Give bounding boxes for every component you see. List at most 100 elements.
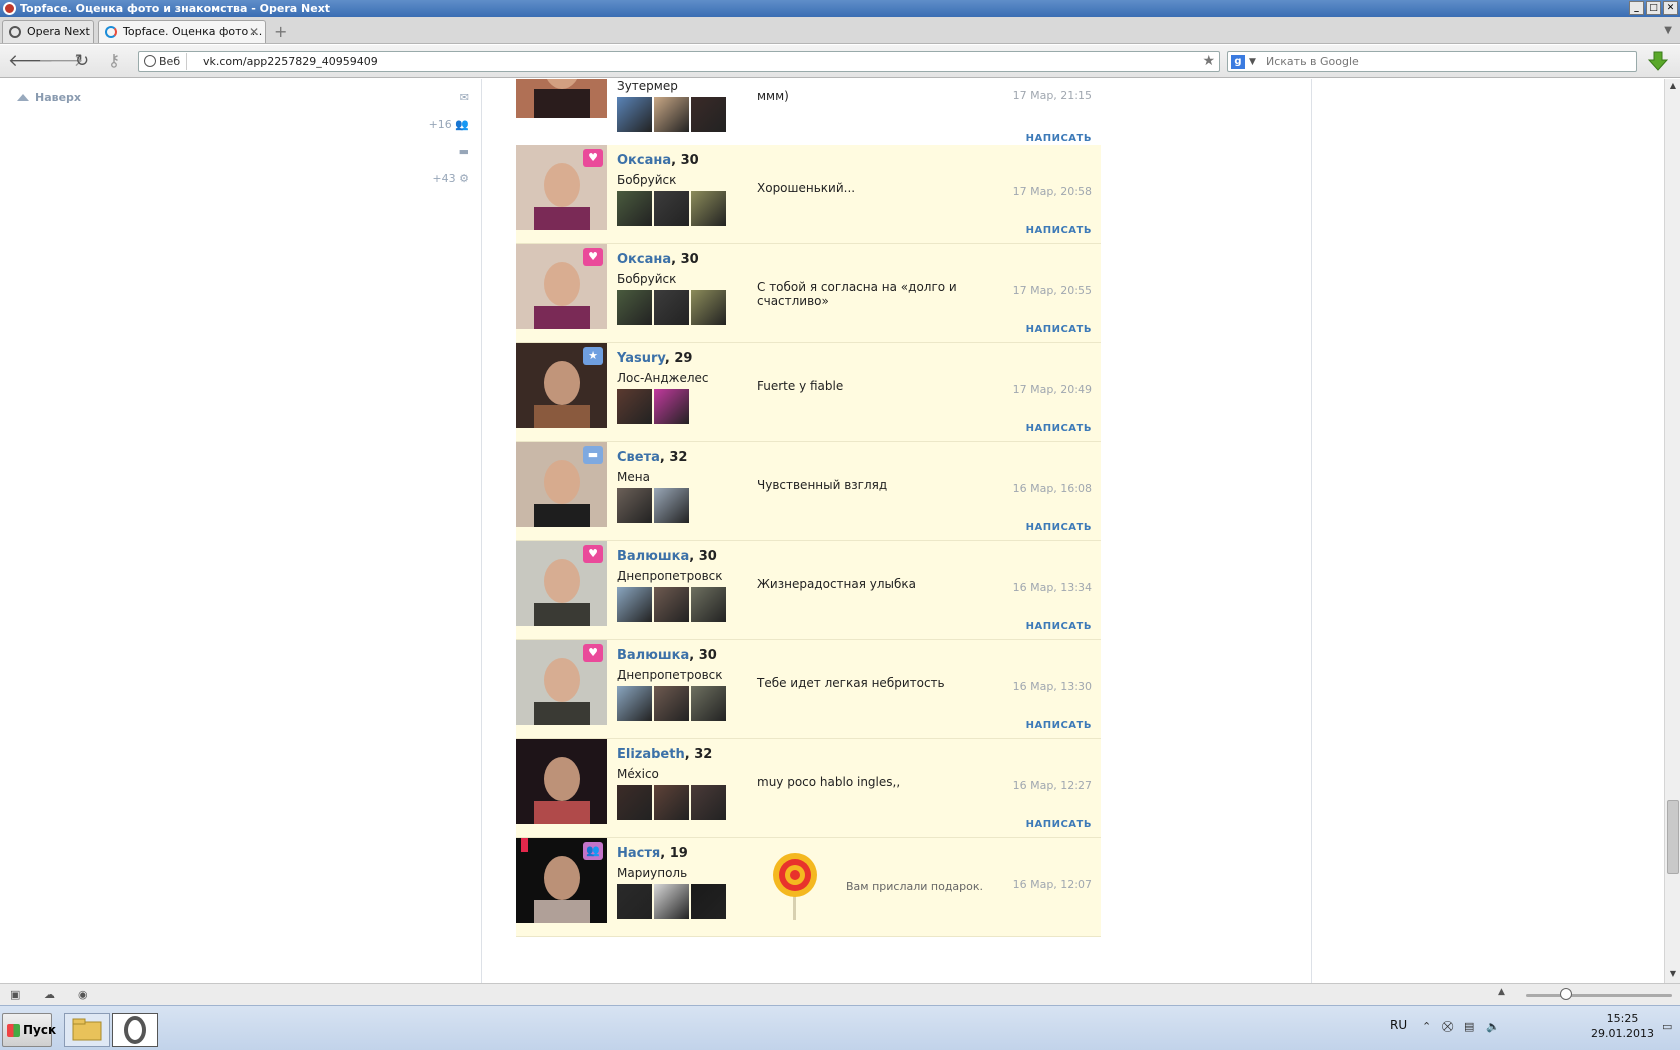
zoom-menu-icon[interactable]: ▲: [1498, 987, 1505, 997]
timestamp: 17 Мар, 20:55: [1012, 284, 1092, 297]
photo-thumbnail[interactable]: [654, 389, 689, 424]
reload-button[interactable]: ↻: [70, 50, 94, 72]
user-name-link[interactable]: Валюшка: [617, 549, 689, 564]
lollipop-gift-icon[interactable]: [770, 850, 820, 920]
photo-thumbnail[interactable]: [691, 191, 726, 226]
photo-thumbnail[interactable]: [654, 686, 689, 721]
write-message-link[interactable]: НАПИСАТЬ: [1026, 423, 1092, 434]
key-icon[interactable]: ⚷: [102, 50, 126, 72]
photo-thumbnail[interactable]: [617, 884, 652, 919]
user-avatar[interactable]: [516, 79, 607, 132]
photo-thumbnail[interactable]: [691, 884, 726, 919]
status-bar: ▣ ☁ ◉ ▲: [0, 983, 1680, 1005]
photo-thumbnail[interactable]: [654, 191, 689, 226]
write-message-link[interactable]: НАПИСАТЬ: [1026, 522, 1092, 533]
user-age: 32: [669, 450, 688, 465]
zoom-slider-handle[interactable]: [1560, 988, 1572, 1000]
scroll-up-icon[interactable]: ▲: [1667, 81, 1679, 93]
name-line: Yasury, 29: [617, 351, 692, 366]
photo-thumbnail[interactable]: [617, 389, 652, 424]
user-name-link[interactable]: Настя: [617, 846, 660, 861]
mail-icon[interactable]: ✉: [460, 91, 469, 104]
tab-opera-next[interactable]: Opera Next: [2, 20, 94, 43]
back-button[interactable]: 🡐: [8, 50, 54, 72]
photo-thumbnail[interactable]: [617, 191, 652, 226]
forward-button[interactable]: 🡒: [38, 50, 84, 72]
url-text[interactable]: vk.com/app2257829_40959409: [203, 52, 378, 72]
photo-thumbnail[interactable]: [617, 290, 652, 325]
photo-thumbnail[interactable]: [617, 488, 652, 523]
name-age-separator: ,: [671, 252, 681, 267]
maximize-button[interactable]: □: [1646, 1, 1661, 15]
web-chip[interactable]: Веб: [141, 53, 188, 70]
user-name-link[interactable]: Elizabeth: [617, 747, 685, 762]
speed-dial-icon[interactable]: ◉: [78, 988, 92, 1001]
google-icon[interactable]: g: [1231, 55, 1245, 69]
settings-counter[interactable]: +43 ⚙: [432, 172, 469, 185]
name-age-separator: ,: [664, 351, 675, 366]
taskbar-opera[interactable]: [112, 1013, 158, 1047]
page-viewport: Наверх ✉ +16 👥 ▬ +43 ⚙ Зутермер ммм) 17 Ма…: [0, 79, 1664, 983]
write-message-link[interactable]: НАПИСАТЬ: [1026, 225, 1092, 236]
tab-menu-chevron-icon[interactable]: ▼: [1664, 25, 1672, 36]
search-engine-dropdown-icon[interactable]: ▼: [1249, 53, 1256, 71]
photo-thumbnail[interactable]: [654, 587, 689, 622]
vertical-scrollbar[interactable]: ▲ ▼: [1664, 79, 1680, 983]
user-name-link[interactable]: Оксана: [617, 252, 671, 267]
close-window-button[interactable]: ✕: [1663, 1, 1678, 15]
bookmark-star-icon[interactable]: ★: [1202, 52, 1215, 71]
new-tab-button[interactable]: +: [274, 24, 288, 40]
scroll-down-icon[interactable]: ▼: [1667, 969, 1679, 981]
comment-icon[interactable]: ▬: [459, 145, 469, 158]
write-message-link[interactable]: НАПИСАТЬ: [1026, 720, 1092, 731]
clock[interactable]: 15:25 29.01.2013: [1591, 1011, 1654, 1041]
photo-thumbnail[interactable]: [617, 785, 652, 820]
write-message-link[interactable]: НАПИСАТЬ: [1026, 133, 1092, 144]
photo-thumbnail[interactable]: [691, 785, 726, 820]
user-name-link[interactable]: Валюшка: [617, 648, 689, 663]
download-icon[interactable]: [1648, 51, 1668, 71]
scroll-top-label: Наверх: [35, 91, 82, 104]
photo-thumbnail[interactable]: [654, 884, 689, 919]
tab-topface[interactable]: Topface. Оценка фото ... ✕: [98, 20, 266, 43]
volume-icon[interactable]: 🔈: [1486, 1020, 1500, 1034]
search-input[interactable]: [1266, 52, 1626, 72]
panel-toggle-icon[interactable]: ▣: [10, 988, 24, 1001]
write-message-link[interactable]: НАПИСАТЬ: [1026, 621, 1092, 632]
user-name-link[interactable]: Света: [617, 450, 660, 465]
language-indicator[interactable]: RU: [1390, 1018, 1407, 1032]
minimize-button[interactable]: _: [1629, 1, 1644, 15]
close-tab-icon[interactable]: ✕: [249, 21, 259, 43]
photo-thumbnail[interactable]: [691, 290, 726, 325]
network-error-icon[interactable]: ⛒: [1442, 1020, 1456, 1034]
cloud-icon[interactable]: ☁: [44, 988, 58, 1001]
address-bar[interactable]: Веб vk.com/app2257829_40959409 ★: [138, 51, 1220, 72]
photo-thumbnail[interactable]: [654, 785, 689, 820]
write-message-link[interactable]: НАПИСАТЬ: [1026, 324, 1092, 335]
photo-thumbnails: [617, 488, 689, 523]
photo-thumbnail[interactable]: [617, 97, 652, 132]
photo-thumbnail[interactable]: [654, 488, 689, 523]
search-box[interactable]: g ▼: [1227, 51, 1637, 72]
scroll-top-link[interactable]: Наверх: [17, 91, 81, 104]
tray-expand-icon[interactable]: ⌃: [1422, 1020, 1436, 1034]
photo-thumbnail[interactable]: [691, 686, 726, 721]
user-name-link[interactable]: Оксана: [617, 153, 671, 168]
photo-thumbnail[interactable]: [617, 686, 652, 721]
user-name-link[interactable]: Yasury: [617, 351, 665, 366]
network-icon[interactable]: ▤: [1464, 1020, 1478, 1034]
photo-thumbnail[interactable]: [691, 97, 726, 132]
user-avatar[interactable]: [516, 739, 607, 824]
photo-thumbnails: [617, 587, 726, 622]
photo-thumbnail[interactable]: [654, 97, 689, 132]
start-button[interactable]: Пуск: [2, 1013, 56, 1047]
write-message-link[interactable]: НАПИСАТЬ: [1026, 819, 1092, 830]
zoom-slider[interactable]: [1526, 994, 1672, 997]
friends-counter[interactable]: +16 👥: [429, 118, 469, 131]
scrollbar-thumb[interactable]: [1667, 800, 1679, 874]
photo-thumbnail[interactable]: [691, 587, 726, 622]
photo-thumbnail[interactable]: [654, 290, 689, 325]
photo-thumbnail[interactable]: [617, 587, 652, 622]
show-desktop-icon[interactable]: ▭: [1662, 1020, 1676, 1034]
taskbar-explorer[interactable]: [64, 1013, 110, 1047]
